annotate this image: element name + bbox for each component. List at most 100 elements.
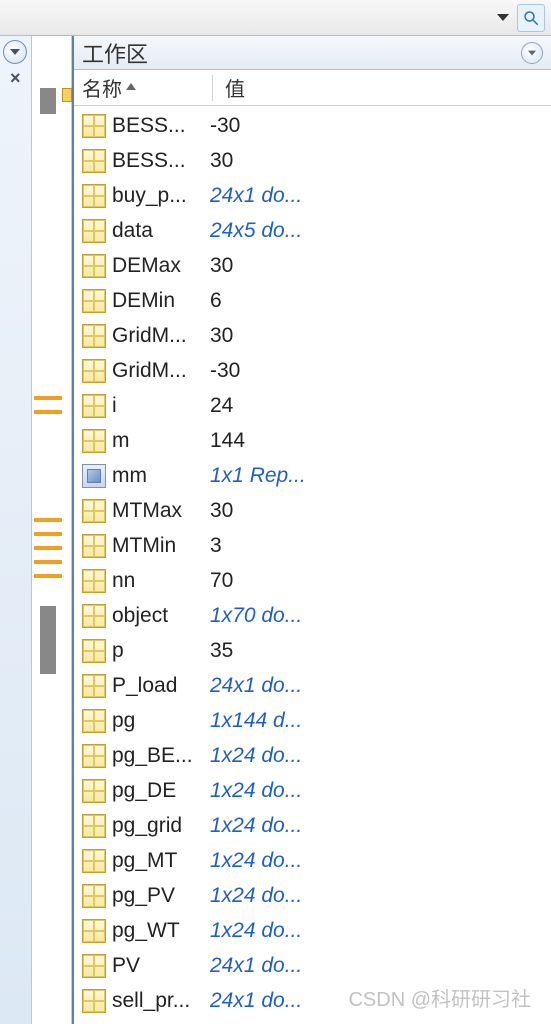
matrix-icon (82, 359, 106, 383)
variable-value[interactable]: 1x24 do... (210, 744, 302, 768)
variable-name: pg (112, 709, 210, 733)
variable-name: pg_DE (112, 779, 210, 803)
variable-row[interactable]: pg_BE...1x24 do... (78, 738, 551, 773)
variable-value[interactable]: 1x24 do... (210, 814, 302, 838)
matrix-icon (82, 849, 106, 873)
variable-value[interactable]: 24x5 do... (210, 219, 302, 243)
variable-row[interactable]: pg_WT1x24 do... (78, 913, 551, 948)
variable-name: object (112, 604, 210, 628)
variable-row[interactable]: data24x5 do... (78, 213, 551, 248)
variable-row[interactable]: object1x70 do... (78, 598, 551, 633)
variable-row[interactable]: DEMax30 (78, 248, 551, 283)
variable-name: mm (112, 464, 210, 488)
variable-value: 30 (210, 499, 233, 523)
variable-row[interactable]: buy_p...24x1 do... (78, 178, 551, 213)
column-divider[interactable] (212, 75, 213, 101)
variable-row[interactable]: BESS...-30 (78, 108, 551, 143)
variable-value[interactable]: 1x24 do... (210, 779, 302, 803)
top-toolbar (0, 0, 551, 36)
variable-value: 30 (210, 254, 233, 278)
matrix-icon (82, 604, 106, 628)
variable-row[interactable]: nn70 (78, 563, 551, 598)
variable-name: GridM... (112, 324, 210, 348)
variable-row[interactable]: mm1x1 Rep... (78, 458, 551, 493)
minimap-block (40, 606, 56, 674)
search-button[interactable] (517, 4, 545, 32)
matrix-icon (82, 289, 106, 313)
variable-value[interactable]: 24x1 do... (210, 674, 302, 698)
variable-row[interactable]: BESS...30 (78, 143, 551, 178)
variable-row[interactable]: pg_MT1x24 do... (78, 843, 551, 878)
variable-row[interactable]: MTMax30 (78, 493, 551, 528)
variable-row[interactable]: pg1x144 d... (78, 703, 551, 738)
variable-name: pg_grid (112, 814, 210, 838)
variable-row[interactable]: pg_grid1x24 do... (78, 808, 551, 843)
variable-value[interactable]: 1x24 do... (210, 849, 302, 873)
variable-row[interactable]: sell_pr...24x1 do... (78, 983, 551, 1018)
minimap-close-button[interactable]: × (6, 66, 25, 91)
matrix-icon (82, 779, 106, 803)
variable-name: pg_MT (112, 849, 210, 873)
variable-name: GridM... (112, 359, 210, 383)
variable-value[interactable]: 1x70 do... (210, 604, 302, 628)
matrix-icon (82, 674, 106, 698)
matrix-icon (82, 884, 106, 908)
variable-name: pg_PV (112, 884, 210, 908)
matrix-icon (82, 919, 106, 943)
variable-row[interactable]: GridM...-30 (78, 353, 551, 388)
variable-name: pg_WT (112, 919, 210, 943)
matrix-icon (82, 709, 106, 733)
column-headers[interactable]: 名称 值 (74, 70, 551, 106)
variable-value[interactable]: 1x24 do... (210, 884, 302, 908)
chevron-down-icon (497, 14, 509, 21)
matrix-icon (82, 324, 106, 348)
matrix-icon (82, 254, 106, 278)
variable-row[interactable]: P_load24x1 do... (78, 668, 551, 703)
variable-row[interactable]: pg_DE1x24 do... (78, 773, 551, 808)
variable-row[interactable]: GridM...30 (78, 318, 551, 353)
minimap-block (40, 88, 56, 114)
variable-row[interactable]: DEMin6 (78, 283, 551, 318)
workspace-title: 工作区 (82, 37, 148, 69)
object-icon (82, 464, 106, 488)
variable-row[interactable]: m144 (78, 423, 551, 458)
variable-name: p (112, 639, 210, 663)
variable-row[interactable]: PV24x1 do... (78, 948, 551, 983)
variables-list: BESS...-30BESS...30buy_p...24x1 do...dat… (74, 106, 551, 1024)
editor-minimap-panel: × (0, 36, 72, 1024)
variable-row[interactable]: p35 (78, 633, 551, 668)
variable-name: BESS... (112, 114, 210, 138)
variable-value[interactable]: 1x1 Rep... (210, 464, 306, 488)
minimap-marker (34, 574, 62, 578)
search-icon (522, 9, 540, 27)
variable-value: -30 (210, 114, 240, 138)
variable-row[interactable]: pg_PV1x24 do... (78, 878, 551, 913)
column-value[interactable]: 值 (225, 73, 245, 102)
minimap-options-button[interactable] (3, 40, 27, 64)
minimap-track[interactable] (32, 36, 71, 1024)
variable-row[interactable]: i24 (78, 388, 551, 423)
variable-value[interactable]: 24x1 do... (210, 184, 302, 208)
variable-row[interactable]: WT24x1 do... (78, 1018, 551, 1024)
minimap-marker (34, 546, 62, 550)
variable-value: 30 (210, 149, 233, 173)
matrix-icon (82, 219, 106, 243)
variable-value[interactable]: 24x1 do... (210, 954, 302, 978)
toolbar-dropdown[interactable] (493, 12, 513, 23)
variable-value: 30 (210, 324, 233, 348)
workspace-panel: 工作区 名称 值 BESS...-30BESS...30buy_p...24x1… (72, 36, 551, 1024)
variable-name: m (112, 429, 210, 453)
column-name[interactable]: 名称 (82, 73, 212, 102)
variable-row[interactable]: MTMin3 (78, 528, 551, 563)
matrix-icon (82, 429, 106, 453)
matrix-icon (82, 639, 106, 663)
variable-value: 144 (210, 429, 245, 453)
minimap-marker (34, 518, 62, 522)
variable-value[interactable]: 24x1 do... (210, 989, 302, 1013)
variable-value[interactable]: 1x144 d... (210, 709, 302, 733)
variable-name: i (112, 394, 210, 418)
variable-name: MTMin (112, 534, 210, 558)
minimap-cursor[interactable] (62, 88, 72, 102)
variable-value[interactable]: 1x24 do... (210, 919, 302, 943)
workspace-menu-button[interactable] (521, 42, 543, 64)
